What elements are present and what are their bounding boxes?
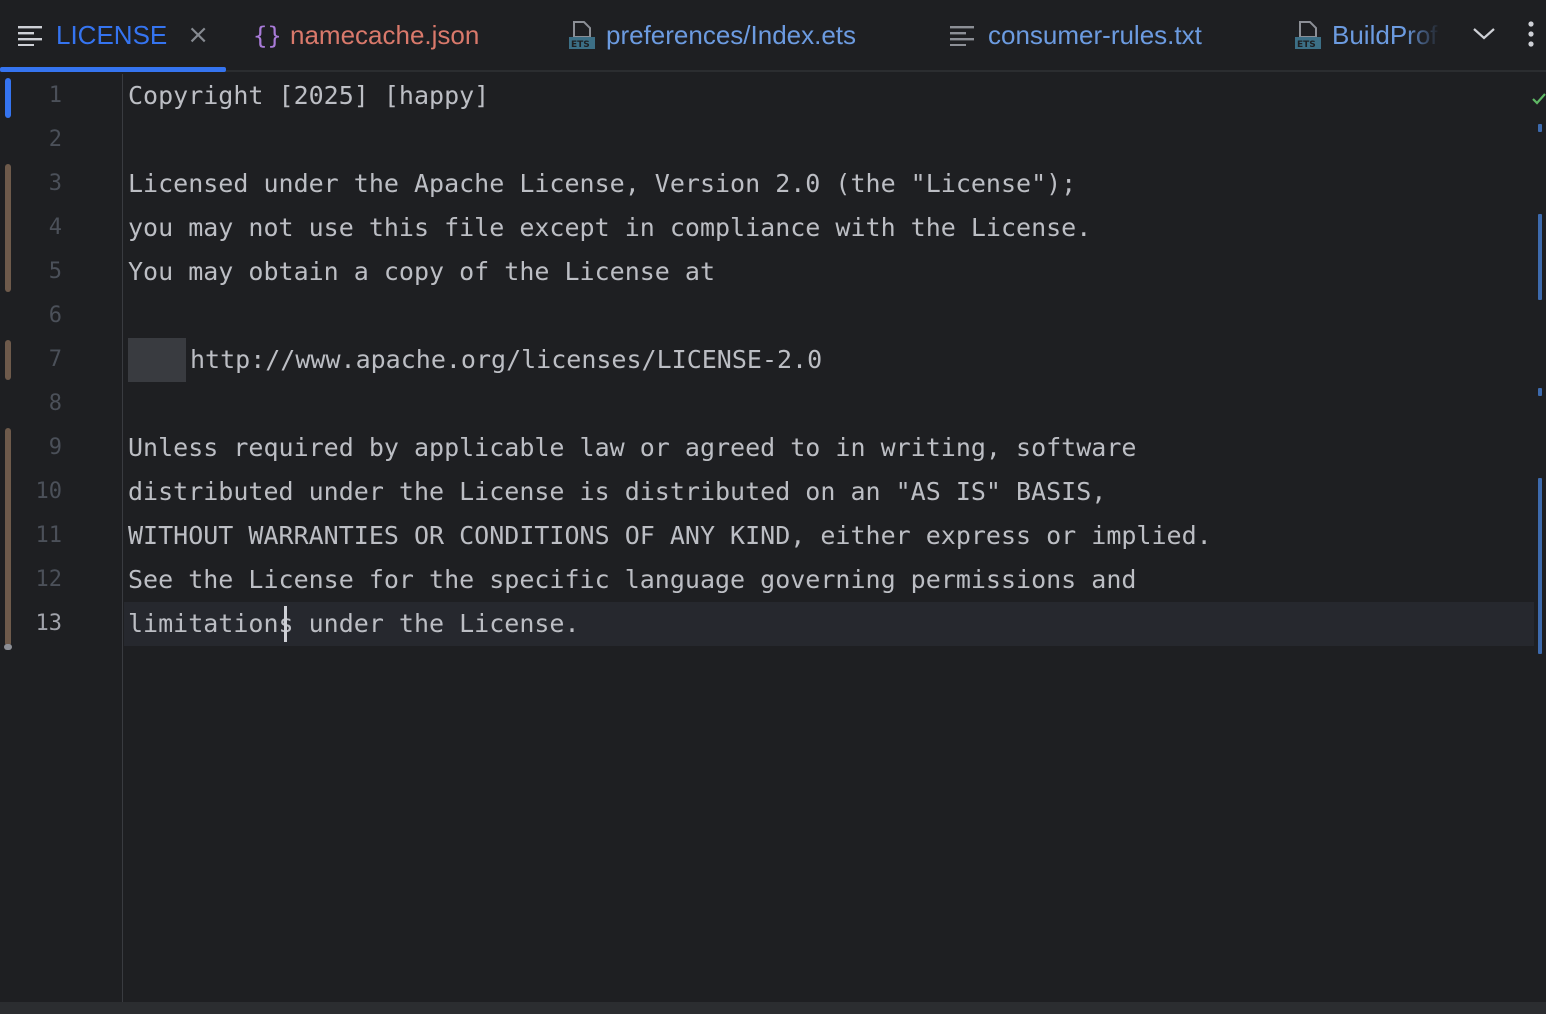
scroll-marker[interactable] (1538, 124, 1542, 132)
code-line[interactable]: Licensed under the Apache License, Versi… (128, 162, 1076, 206)
line-number: 6 (48, 303, 62, 328)
svg-text:{}: {} (253, 22, 279, 49)
tab-label: preferences/Index.ets (606, 20, 857, 50)
json-braces-icon: {} (250, 20, 280, 50)
more-vertical-icon (1528, 21, 1534, 47)
line-number: 9 (48, 435, 62, 460)
tab-preferences-index-ets[interactable]: ETS preferences/Index.ets (566, 0, 906, 70)
tab-label: consumer-rules.txt (988, 20, 1202, 50)
code-line[interactable]: See the License for the specific languag… (128, 558, 1136, 602)
svg-text:ETS: ETS (571, 40, 590, 50)
scroll-marker[interactable] (1538, 214, 1542, 300)
line-number-current: 13 (35, 611, 63, 636)
line-number: 8 (48, 391, 62, 416)
tab-consumer-rules-txt[interactable]: consumer-rules.txt (948, 0, 1248, 70)
scroll-marker[interactable] (1538, 388, 1542, 396)
code-text-area[interactable]: Copyright [2025] [happy] Licensed under … (124, 74, 1534, 1002)
tab-label: LICENSE (56, 20, 168, 50)
line-number: 5 (48, 259, 62, 284)
inspection-ok-icon[interactable] (1532, 92, 1546, 110)
ide-window: LICENSE × {} namecache.json ETS prefere (0, 0, 1546, 1014)
indent-whitespace-highlight (128, 338, 186, 382)
text-lines-icon (948, 20, 978, 50)
active-tab-indicator (0, 67, 226, 72)
code-line-current[interactable]: limitations under the License. (128, 602, 580, 646)
line-number: 10 (35, 479, 63, 504)
code-line[interactable]: you may not use this file except in comp… (128, 206, 1091, 250)
line-number: 12 (35, 567, 63, 592)
tab-license[interactable]: LICENSE × (16, 0, 226, 70)
code-editor[interactable]: 1 2 3 4 5 6 7 8 9 10 11 12 13 Copyright … (0, 74, 1546, 1002)
ets-file-icon: ETS (566, 20, 596, 50)
code-line-url[interactable]: http://www.apache.org/licenses/LICENSE-2… (128, 338, 822, 382)
editor-tab-bar: LICENSE × {} namecache.json ETS prefere (0, 0, 1546, 72)
code-line[interactable]: Unless required by applicable law or agr… (128, 426, 1136, 470)
tab-list-dropdown-button[interactable] (1464, 14, 1504, 54)
url-text[interactable]: http://www.apache.org/licenses/LICENSE-2… (190, 345, 822, 374)
tab-label: namecache.json (290, 20, 480, 50)
code-line[interactable]: You may obtain a copy of the License at (128, 250, 715, 294)
line-number: 1 (48, 83, 62, 108)
code-line[interactable]: distributed under the License is distrib… (128, 470, 1106, 514)
line-number: 3 (48, 171, 62, 196)
more-options-button[interactable] (1516, 14, 1546, 54)
line-number: 2 (48, 127, 62, 152)
close-tab-icon[interactable]: × (187, 20, 209, 50)
line-number: 4 (48, 215, 62, 240)
line-number: 7 (48, 347, 62, 372)
tab-overflow-fade (1405, 10, 1455, 60)
line-number: 11 (35, 523, 63, 548)
chevron-down-icon (1473, 28, 1495, 40)
svg-text:ETS: ETS (1297, 40, 1316, 50)
ets-file-icon: ETS (1292, 20, 1322, 50)
text-caret (284, 606, 287, 642)
horizontal-scrollbar[interactable] (0, 1002, 1546, 1014)
code-line[interactable]: WITHOUT WARRANTIES OR CONDITIONS OF ANY … (128, 514, 1212, 558)
line-number-gutter[interactable]: 1 2 3 4 5 6 7 8 9 10 11 12 13 (0, 74, 123, 1002)
tab-namecache-json[interactable]: {} namecache.json (250, 0, 530, 70)
text-lines-icon (16, 20, 46, 50)
code-line[interactable]: Copyright [2025] [happy] (128, 74, 489, 118)
scroll-marker[interactable] (1538, 478, 1542, 654)
